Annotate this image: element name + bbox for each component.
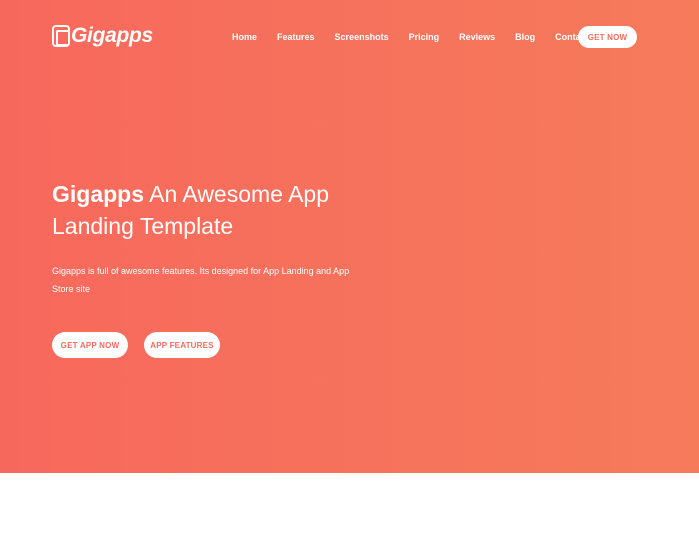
logo-icon [52, 25, 70, 47]
nav-link-home[interactable]: Home [232, 32, 257, 42]
logo[interactable]: Gigapps [52, 22, 153, 50]
headline-brand: Gigapps [52, 181, 145, 207]
nav-link-reviews[interactable]: Reviews [459, 32, 495, 42]
nav-link-screenshots[interactable]: Screenshots [335, 32, 389, 42]
nav-link-blog[interactable]: Blog [515, 32, 535, 42]
app-features-button[interactable]: APP FEATURES [144, 332, 220, 358]
main-nav: Home Features Screenshots Pricing Review… [232, 26, 589, 48]
hero-subtext: Gigapps is full of awesome features. Its… [52, 266, 350, 294]
hero-headline: Gigapps An Awesome App Landing Template [52, 178, 372, 242]
logo-text: Gigapps [71, 24, 153, 47]
nav-link-pricing[interactable]: Pricing [409, 32, 440, 42]
get-app-now-button[interactable]: GET APP NOW [52, 332, 128, 358]
content-section [0, 473, 699, 545]
hero-section: Gigapps Home Features Screenshots Pricin… [0, 0, 699, 473]
nav-link-features[interactable]: Features [277, 32, 315, 42]
get-now-button[interactable]: GET NOW [578, 26, 637, 48]
